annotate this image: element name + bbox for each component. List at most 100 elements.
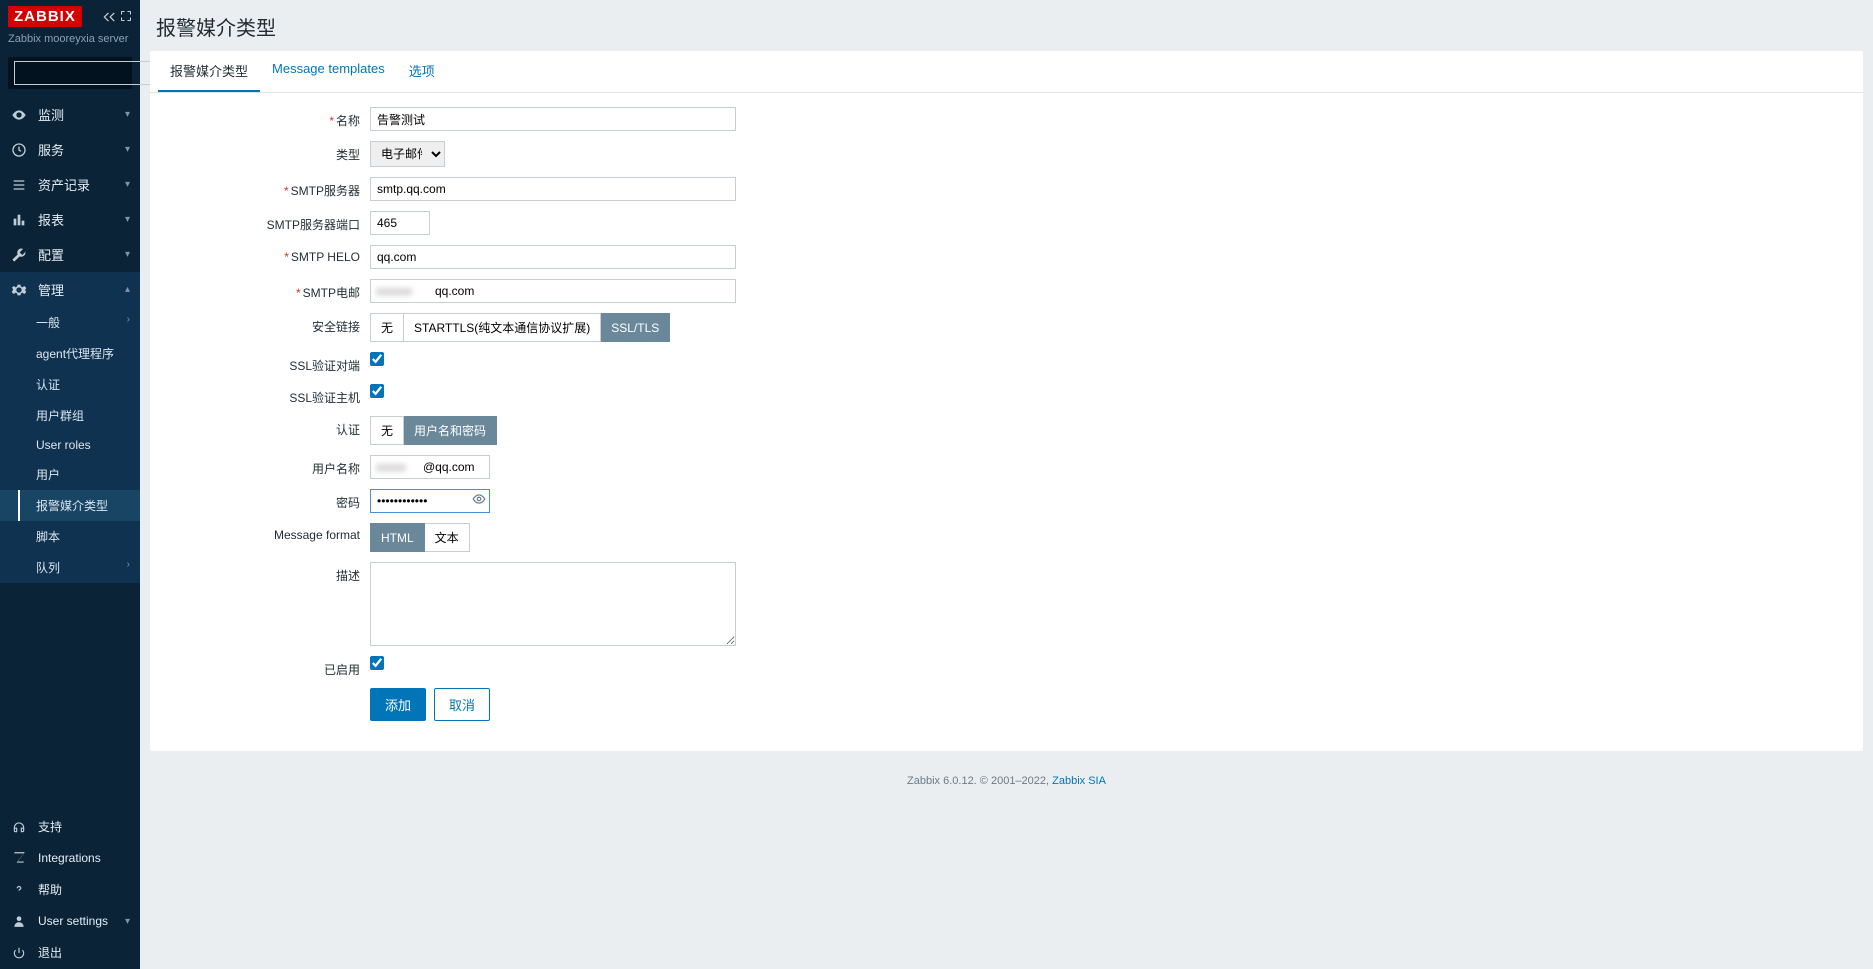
list-icon [10,177,28,193]
nav-label: User settings [38,914,108,928]
nav-label: 配置 [38,245,64,264]
chevron-down-icon: ▾ [125,109,130,120]
headset-icon [10,820,28,834]
nav-label: 支持 [38,818,62,835]
nav-monitor[interactable]: 监测 ▾ [0,97,140,132]
auth-userpass[interactable]: 用户名和密码 [404,416,497,445]
nav-admin[interactable]: 管理 ▴ [0,272,140,307]
chevron-right-icon: › [127,314,130,325]
nav-label: Integrations [38,851,101,865]
auth-none[interactable]: 无 [370,416,404,445]
textarea-description[interactable] [370,562,736,646]
label-ssl-peer: SSL验证对端 [166,352,370,374]
subnav-user-roles[interactable]: User roles [0,431,140,459]
input-smtp-port[interactable] [370,211,430,235]
select-type[interactable]: 电子邮件 [370,141,445,167]
label-security: 安全链接 [166,313,370,335]
chevron-right-icon: › [127,559,130,570]
subnav-queue[interactable]: 队列› [0,552,140,583]
tab-message-templates[interactable]: Message templates [260,51,397,92]
subnav-general[interactable]: 一般› [0,307,140,338]
subnav-agent[interactable]: agent代理程序 [0,338,140,369]
nav-integrations[interactable]: Integrations [0,843,140,873]
subnav-user-groups[interactable]: 用户群组 [0,400,140,431]
subnav-media-types[interactable]: 报警媒介类型 [0,490,140,521]
nav-label: 退出 [38,944,62,961]
footer-text: Zabbix 6.0.12. © 2001–2022, [907,775,1052,787]
label-smtp-helo: SMTP HELO [291,250,360,264]
collapse-icon[interactable] [102,10,116,24]
security-starttls[interactable]: STARTTLS(纯文本通信协议扩展) [404,313,601,342]
input-smtp-helo[interactable] [370,245,736,269]
clock-icon [10,142,28,158]
nav-support[interactable]: 支持 [0,810,140,843]
nav-label: 服务 [38,140,64,159]
nav-label: 资产记录 [38,175,90,194]
nav-label: 帮助 [38,881,62,898]
redacted-prefix: xxxxx [376,460,406,474]
main-nav: 监测 ▾ 服务 ▾ 资产记录 ▾ 报表 ▾ 配置 ▾ [0,97,140,307]
fullscreen-icon[interactable] [120,10,132,24]
input-smtp-email[interactable] [370,279,736,303]
security-ssltls[interactable]: SSL/TLS [601,313,670,342]
add-button[interactable]: 添加 [370,688,426,721]
tab-options[interactable]: 选项 [397,51,447,92]
subnav-auth[interactable]: 认证 [0,369,140,400]
nav-user-settings[interactable]: User settings ▾ [0,906,140,936]
segmented-auth: 无 用户名和密码 [370,416,497,445]
nav-label: 报表 [38,210,64,229]
label-password: 密码 [166,489,370,511]
checkbox-ssl-peer[interactable] [370,352,384,366]
eye-icon [10,107,28,123]
footer-link[interactable]: Zabbix SIA [1052,775,1106,787]
label-smtp-port: SMTP服务器端口 [166,211,370,233]
nav-report[interactable]: 报表 ▾ [0,202,140,237]
nav-config[interactable]: 配置 ▾ [0,237,140,272]
label-type: 类型 [166,141,370,163]
format-text[interactable]: 文本 [425,523,470,552]
security-none[interactable]: 无 [370,313,404,342]
label-name: 名称 [336,114,360,128]
label-msg-format: Message format [166,523,370,542]
cancel-button[interactable]: 取消 [434,688,490,721]
subnav-users[interactable]: 用户 [0,459,140,490]
help-icon [10,883,28,897]
footer: Zabbix 6.0.12. © 2001–2022, Zabbix SIA [140,761,1873,801]
logo[interactable]: ZABBIX [8,6,82,27]
nav-help[interactable]: 帮助 [0,873,140,906]
form-panel: 报警媒介类型 Message templates 选项 *名称 类型 电子邮件 … [150,51,1863,751]
checkbox-ssl-host[interactable] [370,384,384,398]
eye-icon[interactable] [472,492,486,506]
tabs: 报警媒介类型 Message templates 选项 [150,51,1863,93]
nav-label: 监测 [38,105,64,124]
tab-media-type[interactable]: 报警媒介类型 [158,51,260,92]
subnav-scripts[interactable]: 脚本 [0,521,140,552]
admin-subnav: 一般› agent代理程序 认证 用户群组 User roles 用户 报警媒介… [0,307,140,583]
input-smtp-server[interactable] [370,177,736,201]
label-username: 用户名称 [166,455,370,477]
input-name[interactable] [370,107,736,131]
z-icon [10,851,28,865]
chevron-down-icon: ▾ [125,916,130,927]
sidebar-bottom: 支持 Integrations 帮助 User settings ▾ 退出 [0,810,140,969]
media-type-form: *名称 类型 电子邮件 *SMTP服务器 SMTP服务器端口 *SMTP HEL… [150,93,1863,751]
page-title: 报警媒介类型 [140,0,1873,51]
search-box[interactable] [8,57,132,89]
segmented-msg-format: HTML 文本 [370,523,470,552]
nav-signout[interactable]: 退出 [0,936,140,969]
label-auth: 认证 [166,416,370,438]
label-ssl-host: SSL验证主机 [166,384,370,406]
checkbox-enabled[interactable] [370,656,384,670]
nav-asset[interactable]: 资产记录 ▾ [0,167,140,202]
label-enabled: 已启用 [166,656,370,678]
label-smtp-server: SMTP服务器 [291,184,360,198]
label-description: 描述 [166,562,370,584]
gear-icon [10,282,28,298]
format-html[interactable]: HTML [370,523,425,552]
server-name: Zabbix mooreyxia server [8,33,132,45]
nav-service[interactable]: 服务 ▾ [0,132,140,167]
power-icon [10,946,28,960]
wrench-icon [10,247,28,263]
main-content: 报警媒介类型 报警媒介类型 Message templates 选项 *名称 类… [140,0,1873,969]
chevron-down-icon: ▾ [125,249,130,260]
